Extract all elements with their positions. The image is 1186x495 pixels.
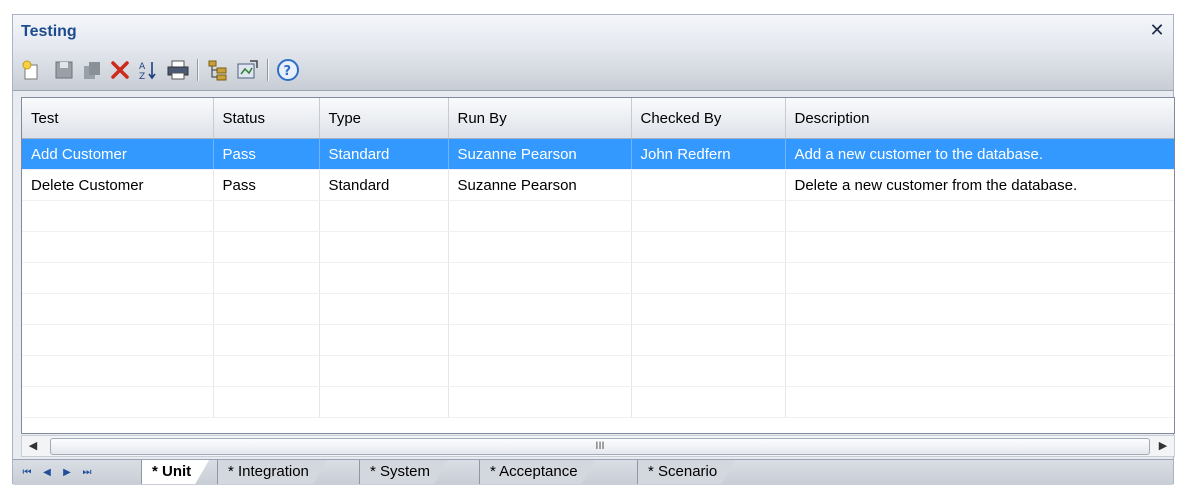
column-header-type[interactable]: Type [319,98,449,139]
cell-type[interactable]: Standard [319,169,449,201]
cell-test[interactable]: Delete Customer [22,169,214,201]
cell-type[interactable]: Standard [319,138,449,170]
sort-icon[interactable]: A Z [135,57,161,83]
scroll-right-icon[interactable]: ▶ [1152,436,1174,456]
tree-view-icon[interactable] [205,57,231,83]
svg-text:?: ? [284,64,292,79]
save-icon[interactable] [51,57,77,83]
test-table: Test Status Type Run By Checked By Descr… [22,98,1174,418]
help-icon[interactable]: ? [275,57,301,83]
tab-integration[interactable]: * Integration [217,460,327,484]
copy-icon[interactable] [79,57,105,83]
cell-description[interactable]: Add a new customer to the database. [785,138,1174,170]
delete-icon[interactable] [107,57,133,83]
empty-row [22,293,1174,325]
cell-run-by[interactable]: Suzanne Pearson [448,169,632,201]
horizontal-scrollbar[interactable]: ◀ III ▶ [21,435,1175,457]
title-bar: Testing ✕ [13,15,1173,51]
testing-window: Testing ✕ A Z ? Test Status Type Run By … [12,14,1175,485]
print-icon[interactable] [165,57,191,83]
tab-scenario[interactable]: * Scenario [637,460,735,484]
svg-text:A: A [139,62,146,72]
table-row[interactable]: Add Customer Pass Standard Suzanne Pears… [22,138,1174,170]
cell-checked-by[interactable] [631,169,786,201]
next-tab-icon[interactable]: ▶ [59,465,75,481]
empty-row [22,324,1174,356]
cell-status[interactable]: Pass [213,138,320,170]
prev-tab-icon[interactable]: ◀ [39,465,55,481]
toolbar: A Z ? [13,51,1173,91]
scroll-thumb[interactable]: III [50,438,1150,455]
column-header-test[interactable]: Test [22,98,214,139]
tab-acceptance[interactable]: * Acceptance [479,460,596,484]
column-header-status[interactable]: Status [213,98,320,139]
toolbar-separator [267,59,269,81]
test-grid: Test Status Type Run By Checked By Descr… [21,97,1175,434]
column-header-description[interactable]: Description [785,98,1174,139]
new-test-icon[interactable] [19,57,45,83]
cell-checked-by[interactable]: John Redfern [631,138,786,170]
cell-run-by[interactable]: Suzanne Pearson [448,138,632,170]
empty-row [22,231,1174,263]
empty-row [22,262,1174,294]
tab-unit[interactable]: * Unit [141,460,209,484]
close-icon[interactable]: ✕ [1147,20,1167,40]
cell-status[interactable]: Pass [213,169,320,201]
empty-row [22,386,1174,418]
toolbar-separator [197,59,199,81]
first-tab-icon[interactable]: ⏮ [19,465,35,481]
header-row: Test Status Type Run By Checked By Descr… [22,98,1174,139]
scroll-left-icon[interactable]: ◀ [22,436,44,456]
tab-system[interactable]: * System [359,460,448,484]
export-icon[interactable] [235,57,261,83]
table-row[interactable]: Delete Customer Pass Standard Suzanne Pe… [22,169,1174,201]
column-header-run-by[interactable]: Run By [448,98,632,139]
column-header-checked-by[interactable]: Checked By [631,98,786,139]
cell-description[interactable]: Delete a new customer from the database. [785,169,1174,201]
svg-text:Z: Z [139,72,145,81]
cell-test[interactable]: Add Customer [22,138,214,170]
tab-strip: ⏮ ◀ ▶ ⏭ * Unit * Integration * System * … [13,459,1173,485]
empty-row [22,200,1174,232]
last-tab-icon[interactable]: ⏭ [79,465,95,481]
window-title: Testing [21,23,77,40]
empty-row [22,355,1174,387]
